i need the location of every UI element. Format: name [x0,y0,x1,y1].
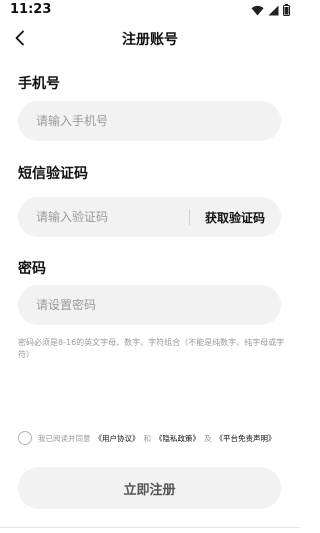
agreement-prefix: 我已阅读并同意 [38,433,91,443]
status-icons [251,4,290,16]
agreement-and: 和 [143,433,152,443]
password-label: 密码 [18,261,46,277]
status-time: 11:23 [10,2,52,17]
register-button[interactable]: 立即注册 [18,467,281,509]
disclaimer-link[interactable]: 《平台免责声明》 [216,433,276,444]
battery-icon [283,4,290,16]
code-divider [189,209,190,225]
status-bar: 11:23 [0,0,300,20]
agreement-and2: 及 [204,433,212,443]
code-label: 短信验证码 [18,166,88,182]
privacy-policy-link[interactable]: 《隐私政策》 [155,433,200,444]
signal-icon [268,5,279,15]
phone-field-container [18,101,281,141]
code-field-container: 获取验证码 [18,197,281,237]
password-field-container [18,285,281,325]
password-hint: 密码必须是8-16的英文字母、数字、字符组合（不能是纯数字、纯字母或字符） [18,338,285,359]
user-agreement-link[interactable]: 《用户协议》 [95,433,140,444]
wifi-icon [251,5,264,16]
password-input[interactable] [18,285,281,325]
page-title: 注册账号 [122,32,178,48]
bottom-divider [0,527,300,528]
agreement-row: 我已阅读并同意 《用户协议》 和 《隐私政策》 及 《平台免责声明》 [18,431,276,445]
phone-input[interactable] [18,101,281,141]
phone-label: 手机号 [18,76,60,92]
code-input[interactable] [18,197,188,237]
nav-bar: 注册账号 [0,24,300,54]
agreement-checkbox[interactable] [18,431,32,445]
get-code-button[interactable]: 获取验证码 [205,209,265,226]
